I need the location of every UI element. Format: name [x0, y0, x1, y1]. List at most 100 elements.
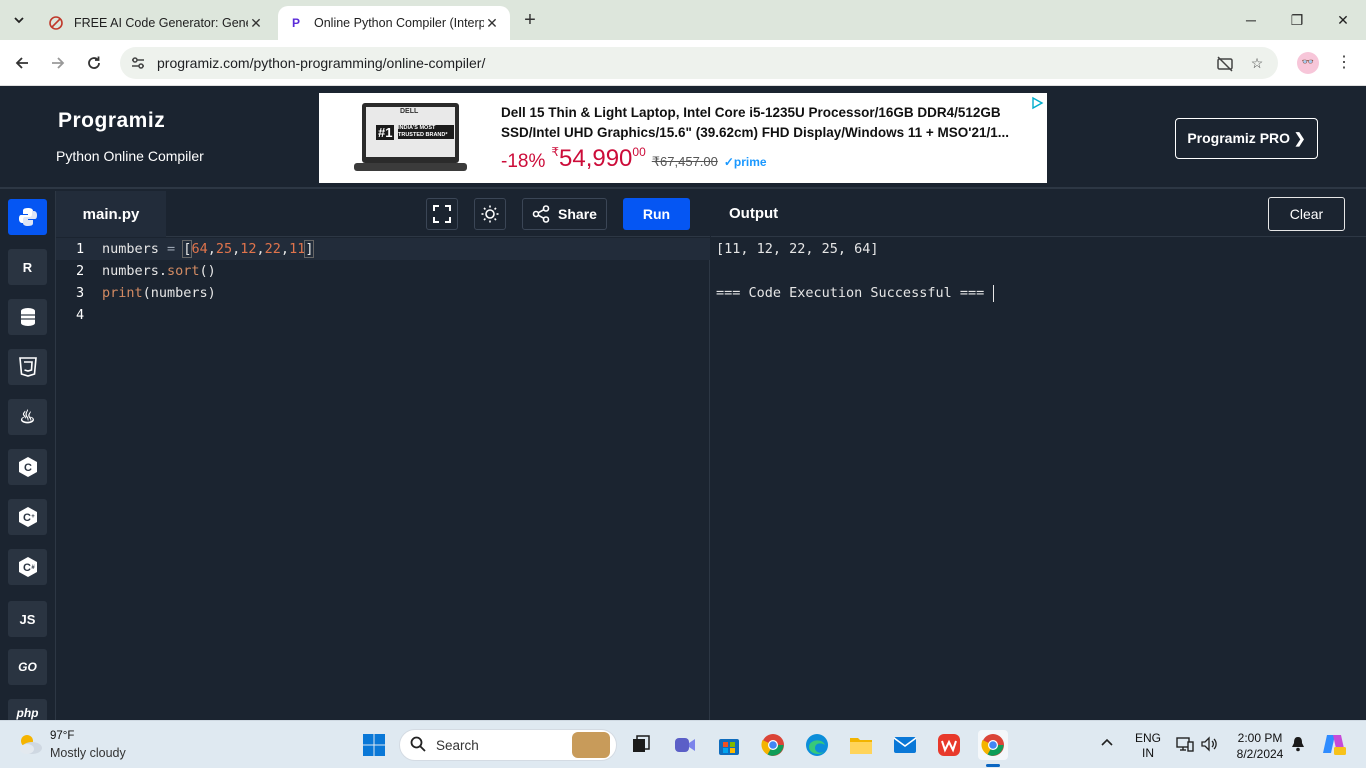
- ad-mrp: ₹67,457.00: [651, 154, 718, 169]
- output-header: Output Clear: [711, 191, 1366, 237]
- browser-toolbar: programiz.com/python-programming/online-…: [0, 40, 1366, 86]
- code-text: numbers = [64,25,12,22,11]: [102, 238, 315, 260]
- weather-temperature[interactable]: 97°F: [50, 730, 74, 742]
- c-language-button[interactable]: C: [8, 449, 47, 485]
- region-code: IN: [1142, 746, 1154, 760]
- ad-product-title[interactable]: Dell 15 Thin & Light Laptop, Intel Core …: [501, 103, 1041, 143]
- go-language-button[interactable]: GO: [8, 649, 47, 685]
- laptop-product-image: DELL #1 INDIA'S MOST TRUSTED BRAND*: [354, 101, 467, 173]
- arrow-right-icon: [52, 57, 65, 69]
- programiz-pro-button[interactable]: Programiz PRO ❯: [1175, 118, 1318, 159]
- code-token: numbers: [102, 241, 168, 257]
- ad-price-fraction: 00: [632, 145, 646, 159]
- java-language-button[interactable]: ♨: [8, 399, 47, 435]
- svg-text:C: C: [24, 462, 32, 474]
- profile-avatar[interactable]: 👓: [1297, 52, 1319, 74]
- close-tab-icon[interactable]: ✕: [484, 15, 500, 32]
- html-language-button[interactable]: [8, 349, 47, 385]
- chrome-active-icon[interactable]: [978, 730, 1008, 760]
- csharp-language-button[interactable]: C #: [8, 549, 47, 585]
- cloud-sun-icon[interactable]: [16, 732, 44, 756]
- input-language-indicator[interactable]: ENG IN: [1134, 731, 1162, 761]
- no-entry-icon: [48, 15, 64, 31]
- site-header: Programiz Python Online Compiler DELL #1…: [0, 87, 1366, 189]
- network-icon[interactable]: [1176, 736, 1194, 755]
- language-sidebar: R ♨ C C + C # JS GO php: [0, 191, 56, 720]
- mail-icon[interactable]: [890, 730, 920, 760]
- python-language-button[interactable]: [8, 199, 47, 235]
- line-number: 4: [76, 307, 85, 323]
- show-hidden-icons-icon[interactable]: [1100, 735, 1114, 752]
- close-tab-icon[interactable]: ✕: [248, 15, 264, 32]
- javascript-language-button[interactable]: JS: [8, 601, 47, 637]
- output-line: === Code Execution Successful ===: [716, 285, 985, 301]
- edge-icon[interactable]: [802, 730, 832, 760]
- reload-button[interactable]: [81, 50, 107, 76]
- ad-discount: -18%: [501, 151, 546, 172]
- site-settings-icon[interactable]: [130, 55, 146, 71]
- wps-office-icon[interactable]: [934, 730, 964, 760]
- copilot-icon[interactable]: [1321, 731, 1347, 760]
- active-app-indicator: [986, 764, 1000, 767]
- browser-menu-icon[interactable]: ⋮: [1336, 52, 1352, 72]
- teams-meet-icon[interactable]: [670, 730, 700, 760]
- file-explorer-icon[interactable]: [846, 730, 876, 760]
- c-icon: C: [18, 457, 37, 477]
- volume-icon[interactable]: [1200, 736, 1218, 755]
- ad-choices-icon[interactable]: [1030, 96, 1044, 110]
- code-text: numbers.sort(): [102, 260, 216, 282]
- code-token: 64: [191, 241, 208, 257]
- go-icon: GO: [18, 660, 37, 674]
- cpp-icon: C +: [18, 507, 37, 527]
- fullscreen-button[interactable]: [426, 198, 458, 230]
- advertisement-banner[interactable]: DELL #1 INDIA'S MOST TRUSTED BRAND* Dell…: [319, 93, 1047, 183]
- line-number: 3: [76, 285, 85, 301]
- code-token: 12: [240, 241, 257, 257]
- bookmark-star-icon[interactable]: ☆: [1248, 55, 1266, 73]
- forward-button[interactable]: [45, 50, 71, 76]
- svg-text:C: C: [23, 512, 31, 524]
- programiz-logo[interactable]: Programiz: [58, 109, 165, 133]
- restore-button[interactable]: ❐: [1274, 0, 1320, 40]
- tab-ai-code-generator[interactable]: FREE AI Code Generator: Generate ✕: [38, 6, 274, 40]
- tab-search-button[interactable]: [6, 8, 32, 32]
- output-title: Output: [729, 205, 779, 222]
- taskbar-search-box[interactable]: Search: [399, 729, 617, 761]
- microsoft-store-icon[interactable]: [714, 730, 744, 760]
- tab-online-python-compiler[interactable]: P Online Python Compiler (Interpreter) ✕: [278, 6, 510, 40]
- code-token: (): [199, 263, 216, 279]
- code-line: 2 numbers.sort(): [56, 260, 710, 282]
- cpp-language-button[interactable]: C +: [8, 499, 47, 535]
- share-button[interactable]: Share: [522, 198, 607, 230]
- task-view-icon[interactable]: [626, 730, 656, 760]
- code-token: ,: [280, 241, 290, 257]
- clear-button[interactable]: Clear: [1268, 197, 1345, 231]
- browser-tab-strip: FREE AI Code Generator: Generate ✕ P Onl…: [0, 0, 1366, 40]
- close-window-button[interactable]: ✕: [1320, 0, 1366, 40]
- output-console[interactable]: [11, 12, 22, 25, 64] === Code Execution …: [711, 238, 1366, 720]
- run-button[interactable]: Run: [623, 198, 690, 230]
- weather-description[interactable]: Mostly cloudy: [50, 746, 126, 760]
- r-language-button[interactable]: R: [8, 249, 47, 285]
- arrow-left-icon: [15, 57, 28, 69]
- code-editor[interactable]: 1 numbers = [64,25,12,22,11] 2 numbers.s…: [56, 238, 710, 720]
- windows-start-icon[interactable]: [359, 730, 389, 760]
- chrome-icon[interactable]: [758, 730, 788, 760]
- windows-taskbar: 97°F Mostly cloudy Search ENG IN 2:00 PM…: [0, 720, 1366, 768]
- tracking-protection-icon[interactable]: [1216, 55, 1234, 73]
- address-bar[interactable]: programiz.com/python-programming/online-…: [120, 47, 1278, 79]
- theme-toggle-button[interactable]: [474, 198, 506, 230]
- minimize-button[interactable]: ─: [1228, 0, 1274, 40]
- notification-bell-icon[interactable]: [1291, 736, 1305, 755]
- share-label: Share: [558, 206, 597, 222]
- back-button[interactable]: [9, 50, 35, 76]
- programiz-icon: P: [291, 16, 300, 30]
- system-clock[interactable]: 2:00 PM 8/2/2024: [1230, 730, 1290, 762]
- share-icon: [532, 205, 550, 223]
- new-tab-button[interactable]: +: [518, 8, 542, 32]
- tab-title: FREE AI Code Generator: Generate: [74, 16, 248, 30]
- php-language-button[interactable]: php: [8, 699, 47, 720]
- sql-language-button[interactable]: [8, 299, 47, 335]
- file-tab-main-py[interactable]: main.py: [56, 191, 166, 237]
- code-token: 11: [289, 241, 306, 257]
